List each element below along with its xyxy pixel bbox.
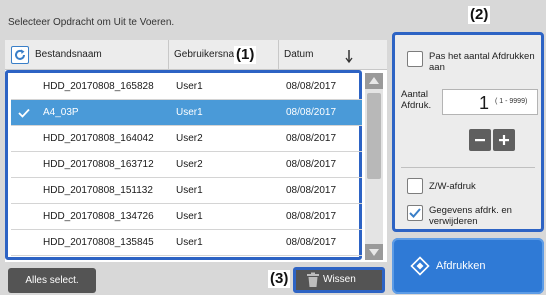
row-date: 08/08/2017	[286, 211, 337, 222]
column-header-filename[interactable]: Bestandsnaam	[35, 40, 102, 70]
row-date: 08/08/2017	[286, 185, 337, 196]
trash-icon	[307, 272, 319, 287]
column-header-username[interactable]: Gebruikersnaam	[168, 40, 278, 70]
table-row[interactable]: HDD_20170808_164042 User2 08/08/2017	[11, 126, 362, 152]
row-filename: HDD_20170808_163712	[43, 159, 154, 170]
table-row[interactable]: HDD_20170808_165828 User1 08/08/2017	[11, 74, 362, 100]
triangle-down-icon	[369, 249, 379, 256]
row-date: 08/08/2017	[286, 237, 337, 248]
row-date: 08/08/2017	[286, 133, 337, 144]
copies-label: Aantal Afdruk.	[401, 89, 432, 111]
delete-after-print-label: Gegevens afdrk. en verwijderen	[429, 205, 512, 227]
callout-1: (1)	[234, 46, 257, 64]
table-row-selected[interactable]: A4_03P User1 08/08/2017	[11, 100, 362, 126]
triangle-up-icon	[369, 77, 379, 84]
diamond-print-icon	[410, 256, 430, 276]
checkmark-icon	[409, 208, 421, 218]
print-settings-panel: Pas het aantal Afdrukken aan Aantal Afdr…	[392, 32, 544, 232]
checkmark-icon	[18, 108, 30, 118]
table-row[interactable]: HDD_20170808_135845 User1 08/08/2017	[11, 230, 362, 256]
scroll-down-button[interactable]	[365, 244, 383, 260]
set-copies-label: Pas het aantal Afdrukken aan	[429, 51, 535, 73]
refresh-icon	[15, 49, 25, 60]
table-row[interactable]: HDD_20170808_163712 User2 08/08/2017	[11, 152, 362, 178]
table-header: Bestandsnaam Gebruikersnaam Datum	[5, 40, 387, 70]
minus-icon	[475, 139, 485, 142]
delete-after-print-checkbox[interactable]	[407, 205, 423, 221]
bw-print-label: Z/W-afdruk	[429, 181, 476, 192]
file-list: HDD_20170808_165828 User1 08/08/2017 A4_…	[5, 70, 362, 260]
copies-range-hint: ( 1 - 9999)	[495, 98, 528, 105]
row-username: User1	[176, 185, 203, 196]
print-button[interactable]: Afdrukken	[392, 238, 544, 294]
select-all-button[interactable]: Alles select.	[8, 268, 96, 293]
delete-button[interactable]: Wissen	[293, 267, 385, 293]
list-scrollbar[interactable]	[365, 73, 383, 260]
row-username: User1	[176, 107, 203, 118]
increase-copies-button[interactable]	[493, 129, 515, 151]
row-username: User2	[176, 133, 203, 144]
page-title: Selecteer Opdracht om Uit te Voeren.	[8, 17, 175, 28]
delete-button-label: Wissen	[323, 274, 356, 285]
row-filename: HDD_20170808_135845	[43, 237, 154, 248]
refresh-button[interactable]	[11, 46, 29, 64]
file-list-panel: Bestandsnaam Gebruikersnaam Datum HDD_20…	[5, 40, 387, 262]
row-username: User1	[176, 81, 203, 92]
row-username: User2	[176, 159, 203, 170]
callout-3: (3)	[268, 270, 291, 288]
scroll-up-button[interactable]	[365, 73, 383, 89]
row-date: 08/08/2017	[286, 107, 337, 118]
row-username: User1	[176, 237, 203, 248]
callout-2: (2)	[468, 6, 491, 24]
row-filename: HDD_20170808_165828	[43, 81, 154, 92]
row-filename: HDD_20170808_164042	[43, 133, 154, 144]
bw-print-checkbox[interactable]	[407, 178, 423, 194]
copies-field[interactable]: 1 ( 1 - 9999)	[442, 89, 538, 115]
decrease-copies-button[interactable]	[469, 129, 491, 151]
set-copies-checkbox[interactable]	[407, 51, 423, 67]
row-date: 08/08/2017	[286, 159, 337, 170]
row-filename: HDD_20170808_151132	[43, 185, 153, 196]
plus-icon	[499, 135, 509, 145]
row-filename: A4_03P	[43, 107, 79, 118]
row-username: User1	[176, 211, 203, 222]
copies-value: 1	[478, 93, 489, 113]
row-date: 08/08/2017	[286, 81, 337, 92]
sort-arrow-icon[interactable]	[344, 48, 354, 64]
scroll-thumb[interactable]	[367, 93, 381, 179]
table-row[interactable]: HDD_20170808_151132 User1 08/08/2017	[11, 178, 362, 204]
divider	[401, 167, 535, 168]
print-button-label: Afdrukken	[436, 260, 486, 272]
row-filename: HDD_20170808_134726	[43, 211, 154, 222]
table-row[interactable]: HDD_20170808_134726 User1 08/08/2017	[11, 204, 362, 230]
